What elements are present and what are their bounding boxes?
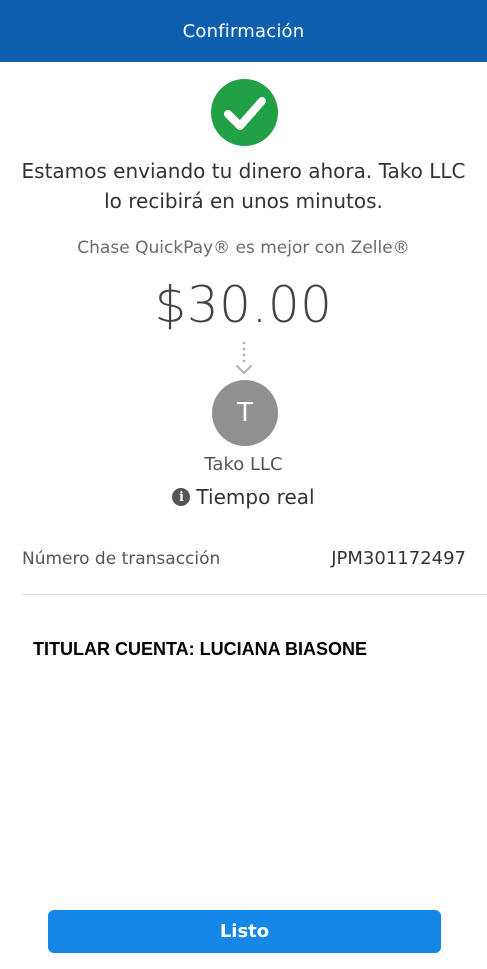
transaction-number-label: Número de transacción	[22, 549, 221, 569]
done-button[interactable]: Listo	[48, 910, 441, 953]
info-icon[interactable]: i	[172, 488, 191, 506]
check-circle-icon	[211, 79, 278, 146]
confirmation-message-line-1: Estamos enviando tu dinero ahora. Tako L…	[21, 159, 466, 183]
confirmation-message: Estamos enviando tu dinero ahora. Tako L…	[0, 156, 487, 216]
recipient-avatar: T	[212, 380, 278, 446]
recipient-name: Tako LLC	[204, 454, 283, 475]
divider	[22, 594, 487, 595]
header-bar: Confirmación	[0, 0, 487, 62]
account-holder-text: TITULAR CUENTA: LUCIANA BIASONE	[33, 639, 367, 659]
recipient-initial: T	[237, 398, 253, 428]
page-title: Confirmación	[182, 20, 305, 42]
delivery-speed: i Tiempo real	[0, 485, 487, 509]
delivery-speed-label: Tiempo real	[196, 485, 315, 509]
quickpay-subtitle: Chase QuickPay® es mejor con Zelle®	[77, 238, 410, 258]
transaction-number-value: JPM301172497	[331, 548, 466, 569]
payment-amount: $30.00	[154, 276, 333, 334]
down-arrow-icon	[234, 340, 254, 378]
confirmation-message-line-2: lo recibirá en unos minutos.	[104, 189, 383, 213]
